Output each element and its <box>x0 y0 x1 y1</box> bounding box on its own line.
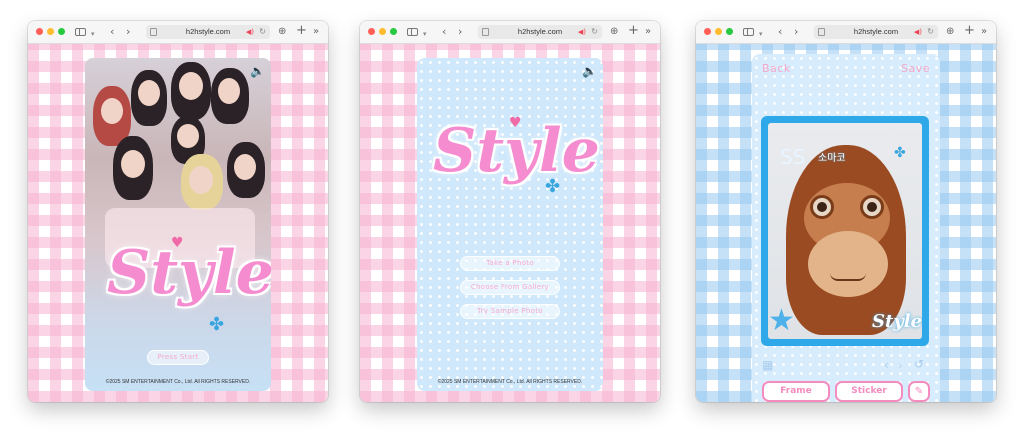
back-icon[interactable]: ‹ <box>110 24 114 40</box>
save-button[interactable]: Save <box>901 62 930 75</box>
page-background: Back Save SS 소마코 ★ ✤ Style ▦ ‹ › ↺ Frame… <box>696 44 996 402</box>
chevron-down-icon[interactable]: ▾ <box>91 26 95 42</box>
page-background: 🔈 ♥ Style ✤ Take a Photo Choose From Gal… <box>360 44 660 402</box>
clover-icon: ✤ <box>545 176 561 197</box>
close-window-button[interactable] <box>368 28 375 35</box>
address-bar[interactable]: h2hstyle.com ◀) ↻ <box>814 25 938 39</box>
sticker-button[interactable]: Sticker <box>835 381 903 402</box>
browser-toolbar: ▾ ‹ › h2hstyle.com ◀) ↻ ⊕ + » <box>28 21 328 44</box>
take-photo-button[interactable]: Take a Photo <box>460 256 560 271</box>
press-start-button[interactable]: Press Start <box>147 350 209 365</box>
clover-icon: ✤ <box>209 314 225 335</box>
download-icon[interactable]: ⊕ <box>278 24 286 40</box>
chevron-down-icon[interactable]: ▾ <box>759 26 763 42</box>
star-sticker-icon: ★ <box>768 303 795 338</box>
frame-korean-text: 소마코 <box>818 153 846 164</box>
style-logo: Style <box>433 116 600 186</box>
browser-window-editor: ▾ ‹ › h2hstyle.com ◀) ↻ ⊕ + » Back Save <box>696 21 996 402</box>
audio-playing-icon[interactable]: ◀) <box>578 28 586 36</box>
photo-frame: SS 소마코 ★ ✤ Style <box>761 116 929 346</box>
minimize-window-button[interactable] <box>715 28 722 35</box>
sidebar-icon[interactable] <box>75 28 86 36</box>
browser-window-splash: ▾ ‹ › h2hstyle.com ◀) ↻ ⊕ + » 🔈 ♥ Style … <box>28 21 328 402</box>
edited-photo[interactable]: SS 소마코 ★ ✤ Style <box>768 123 922 339</box>
close-window-button[interactable] <box>704 28 711 35</box>
redo-icon[interactable]: › <box>898 358 903 372</box>
zoom-window-button[interactable] <box>726 28 733 35</box>
back-icon[interactable]: ‹ <box>442 24 446 40</box>
sound-icon[interactable]: 🔈 <box>250 64 265 78</box>
copyright-text: ©2025 SM ENTERTAINMENT Co., Ltd. All RIG… <box>105 379 251 385</box>
sound-icon[interactable]: 🔈 <box>582 64 597 78</box>
reload-icon[interactable]: ↻ <box>259 27 266 37</box>
brush-icon: ✎ <box>914 386 924 397</box>
frame-sticker-icon: SS <box>780 145 806 169</box>
clover-sticker-icon: ✤ <box>894 145 906 161</box>
reload-icon[interactable]: ↻ <box>927 27 934 37</box>
new-tab-icon[interactable]: + <box>296 23 307 39</box>
style-logo: Style <box>107 238 271 308</box>
sidebar-icon[interactable] <box>743 28 754 36</box>
zoom-window-button[interactable] <box>390 28 397 35</box>
minimize-window-button[interactable] <box>47 28 54 35</box>
reset-icon[interactable]: ↺ <box>914 357 924 371</box>
page-background: 🔈 ♥ Style ✤ Press Start ©2025 SM ENTERTA… <box>28 44 328 402</box>
brush-button[interactable]: ✎ <box>908 381 930 402</box>
forward-icon[interactable]: › <box>794 24 798 40</box>
chevron-down-icon[interactable]: ▾ <box>423 26 427 42</box>
forward-icon[interactable]: › <box>126 24 130 40</box>
new-tab-icon[interactable]: + <box>628 23 639 39</box>
browser-toolbar: ▾ ‹ › h2hstyle.com ◀) ↻ ⊕ + » <box>696 21 996 44</box>
group-photo <box>85 58 271 391</box>
splash-card[interactable]: 🔈 ♥ Style ✤ Press Start ©2025 SM ENTERTA… <box>85 58 271 391</box>
frame-style-logo: Style <box>872 311 922 332</box>
download-icon[interactable]: ⊕ <box>610 24 618 40</box>
audio-playing-icon[interactable]: ◀) <box>246 28 254 36</box>
choose-from-gallery-button[interactable]: Choose From Gallery <box>460 280 560 295</box>
browser-toolbar: ▾ ‹ › h2hstyle.com ◀) ↻ ⊕ + » <box>360 21 660 44</box>
reload-icon[interactable]: ↻ <box>591 27 598 37</box>
more-tabs-icon[interactable]: » <box>645 24 651 40</box>
back-button[interactable]: Back <box>762 62 791 75</box>
new-tab-icon[interactable]: + <box>964 23 975 39</box>
forward-icon[interactable]: › <box>458 24 462 40</box>
download-icon[interactable]: ⊕ <box>946 24 954 40</box>
close-window-button[interactable] <box>36 28 43 35</box>
sidebar-icon[interactable] <box>407 28 418 36</box>
copyright-text: ©2025 SM ENTERTAINMENT Co., Ltd. All RIG… <box>437 379 583 385</box>
browser-window-menu: ▾ ‹ › h2hstyle.com ◀) ↻ ⊕ + » 🔈 ♥ Style … <box>360 21 660 402</box>
minimize-window-button[interactable] <box>379 28 386 35</box>
try-sample-photo-button[interactable]: Try Sample Photo <box>460 304 560 319</box>
back-icon[interactable]: ‹ <box>778 24 782 40</box>
address-bar[interactable]: h2hstyle.com ◀) ↻ <box>146 25 270 39</box>
undo-icon[interactable]: ‹ <box>884 358 889 372</box>
more-tabs-icon[interactable]: » <box>313 24 319 40</box>
qr-icon[interactable]: ▦ <box>762 358 773 372</box>
address-bar[interactable]: h2hstyle.com ◀) ↻ <box>478 25 602 39</box>
more-tabs-icon[interactable]: » <box>981 24 987 40</box>
frame-button[interactable]: Frame <box>762 381 830 402</box>
audio-playing-icon[interactable]: ◀) <box>914 28 922 36</box>
zoom-window-button[interactable] <box>58 28 65 35</box>
menu-card: 🔈 ♥ Style ✤ Take a Photo Choose From Gal… <box>417 58 603 391</box>
